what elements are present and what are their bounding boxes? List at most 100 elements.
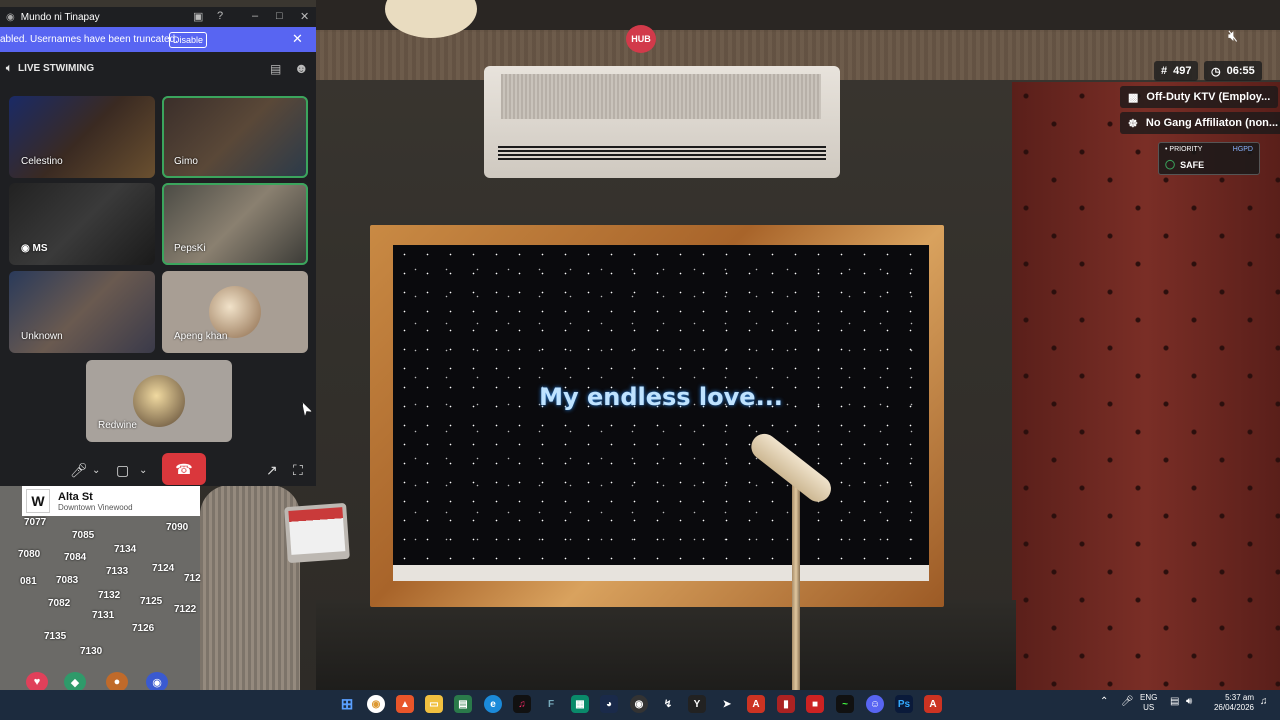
hunger-icon: ● [106,672,128,690]
location-header: W Alta St Downtown Vinewood [22,486,200,516]
map-label: 7077 [24,517,47,528]
zone-name: Downtown Vinewood [58,502,133,512]
map-label: 7122 [174,604,197,615]
job-status: ▩ Off-Duty KTV (Employ... [1120,86,1279,108]
volume-icon[interactable]: 🔊︎ [1186,697,1192,707]
start-icon[interactable]: ⊞ [338,695,356,713]
time-badge: ◷ 06:55 [1204,61,1262,81]
screen-bottom-bar [393,565,929,581]
app-y-icon[interactable]: Y [688,695,706,713]
edge-icon[interactable]: e [484,695,502,713]
voice-channel-header: 🔈︎ LIVE STWIMING [6,63,94,74]
tray-mic-icon[interactable]: 🎤︎ [1121,697,1134,707]
camera-off-icon[interactable]: ▢ [116,462,129,479]
map-label: 7134 [114,544,137,555]
participant-tile-redwine[interactable]: Redwine [86,360,232,442]
map-label: 7130 [80,646,103,657]
participant-tile-celestino[interactable]: Celestino [9,96,155,178]
close-notice-icon[interactable]: ✕ [292,31,303,47]
folder-icon[interactable]: ▭ [425,695,443,713]
participant-name: Unknown [21,331,63,342]
notice-banner: abled. Usernames have been truncated. Di… [0,27,316,52]
network-icon[interactable]: ▤ [1170,697,1179,707]
map-label: 081 [20,576,37,587]
participant-tile-ms[interactable]: ◉ MS [9,183,155,265]
channel-name: LIVE STWIMING [18,63,95,74]
armor-icon: ◆ [64,672,86,690]
app-a-icon[interactable]: A [747,695,765,713]
speaker-icon: 🔈︎ [6,63,12,74]
map-label: 7082 [48,598,71,609]
compass-heading: W [26,489,50,513]
clock-icon: ◷ [1211,65,1221,78]
app-bolt-icon[interactable]: ↯ [659,695,677,713]
participant-tile-unknown[interactable]: Unknown [9,271,155,353]
discord-taskbar-icon[interactable]: ☺ [866,695,884,713]
members-icon[interactable]: ☻ [294,60,309,76]
photoshop-icon[interactable]: Ps [895,695,913,713]
app-calendar-icon[interactable]: ▦ [571,695,589,713]
obs-icon[interactable]: ◉ [630,695,648,713]
tiktok-icon[interactable]: ♫ [513,695,531,713]
help-icon[interactable]: ? [217,10,223,22]
shield-icon: ◯ [1165,159,1176,169]
chat-icon[interactable]: ▤ [270,62,281,76]
phone-hangup-icon: ☎︎ [175,460,193,477]
maximize-button[interactable]: □ [276,10,283,22]
microphone-icon[interactable]: 🎤︎ [70,462,88,479]
app-a2-icon[interactable]: A [924,695,942,713]
chrome-icon[interactable]: ◉ [367,695,385,713]
system-clock[interactable]: 5:37 am 26/04/2026 [1206,693,1254,713]
inbox-icon[interactable]: ▣ [193,10,203,23]
participant-name: ◉ MS [21,243,48,254]
language-indicator[interactable]: ENG US [1140,693,1157,713]
participant-name: Redwine [98,420,137,431]
map-label: 7083 [56,575,79,586]
participant-tile-pepski[interactable]: PepsKi [162,183,308,265]
close-button[interactable]: ✕ [300,10,309,23]
camera-options-chevron-icon[interactable]: ⌄ [139,465,147,476]
priority-dept: HGPD [1232,146,1253,153]
mic-options-chevron-icon[interactable]: ⌄ [92,465,100,476]
notice-text: abled. Usernames have been truncated. [0,34,178,45]
disable-button[interactable]: Disable [169,32,207,48]
mic-stand [792,478,800,690]
map-label: 7090 [166,522,189,533]
app-red2-icon[interactable]: ■ [806,695,824,713]
app-wave-icon[interactable]: ~ [836,695,854,713]
fullscreen-icon[interactable]: ⛶ [293,462,303,479]
steam-icon[interactable]: ◕ [600,695,618,713]
map-label: 7085 [72,530,95,541]
map-label: 7125 [140,596,163,607]
air-conditioner [484,66,840,178]
map-label: 7133 [106,566,129,577]
notification-bell-icon[interactable]: ♫ [1260,697,1268,707]
participant-tile-apeng-khan[interactable]: Apeng khan [162,271,308,353]
app-f-icon[interactable]: F [542,695,560,713]
in-game-phone [284,502,350,564]
avatar [133,375,185,427]
disconnect-button[interactable]: ☎︎ [162,453,206,485]
app-red-icon[interactable]: ▮ [777,695,795,713]
briefcase-icon: ▩ [1128,91,1139,104]
cursor-app-icon[interactable]: ➤ [718,695,736,713]
health-icon: ♥ [26,672,48,690]
priority-status: SAFE [1180,159,1205,170]
map-label: 7084 [64,552,87,563]
brave-icon[interactable]: ▲ [396,695,414,713]
minimize-button[interactable]: – [252,10,258,22]
gang-icon: ☸ [1128,117,1138,130]
popout-icon[interactable]: ↗ [266,462,278,479]
mic-muted-icon: 🔇︎ [1228,28,1239,45]
karaoke-screen-frame: My endless love... [370,225,944,607]
discord-call-window: ◉ Mundo ni Tinapay ▣ ? – □ ✕ abled. User… [0,7,316,486]
map-label: 7124 [152,563,175,574]
floor [316,600,1016,690]
karaoke-screen: My endless love... [393,245,929,565]
map-label: 712 [184,573,201,584]
gang-status: ☸ No Gang Affiliaton (non... [1120,112,1280,134]
participant-tile-gimo[interactable]: Gimo [162,96,308,178]
street-name: Alta St [58,490,93,503]
terminal-icon[interactable]: ▤ [454,695,472,713]
tray-chevron-icon[interactable]: ⌃ [1100,697,1108,707]
